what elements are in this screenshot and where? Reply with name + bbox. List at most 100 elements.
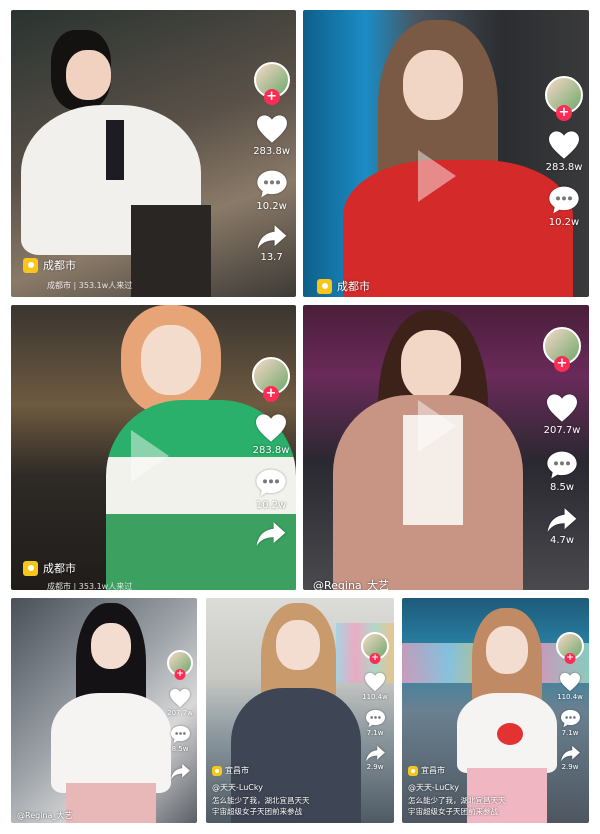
person-figure <box>497 723 523 745</box>
heart-icon[interactable] <box>254 413 288 443</box>
share-icon[interactable] <box>170 763 191 780</box>
comment-icon[interactable] <box>365 709 386 728</box>
person-figure <box>486 626 528 674</box>
heart-icon[interactable] <box>559 672 581 692</box>
action-rail: + 283.8w 10.2w 13.7 <box>253 10 290 297</box>
person-figure <box>66 50 111 100</box>
person-figure <box>51 693 171 793</box>
video-caption-line-2: 宇宙超级女子天团前来参战 <box>212 807 302 816</box>
share-count: 2.9w <box>366 763 384 771</box>
follow-plus-icon[interactable]: + <box>263 89 280 105</box>
follow-plus-icon[interactable]: + <box>369 653 381 664</box>
location-label: 成都市 <box>337 280 370 293</box>
comment-icon[interactable] <box>256 169 288 199</box>
share-count: 2.9w <box>561 763 579 771</box>
person-figure <box>106 120 124 180</box>
action-rail: + 283.8w 10.2w <box>545 10 583 297</box>
share-icon[interactable] <box>255 521 287 547</box>
creator-avatar[interactable]: + <box>167 650 193 680</box>
location-label: 宜昌市 <box>421 766 445 775</box>
video-tile-1[interactable]: + 283.8w 10.2w 13.7 成都市 成都市 | 353.1w人来过 <box>11 10 296 297</box>
location-tag[interactable]: 成都市 <box>23 257 76 273</box>
location-tag[interactable]: 成都市 <box>23 560 76 576</box>
follow-plus-icon[interactable]: + <box>174 669 186 680</box>
location-pin-icon <box>212 765 222 776</box>
creator-avatar[interactable]: + <box>545 76 583 121</box>
like-count: 283.8w <box>545 162 583 173</box>
location-pin-icon <box>23 560 38 576</box>
comment-count: 8.5w <box>549 482 575 493</box>
comment-icon[interactable] <box>560 709 581 728</box>
video-caption-line-1: 怎么能少了我，湖北宜昌天天 <box>212 796 310 805</box>
video-caption-line-1: 怎么能少了我，湖北宜昌天天 <box>408 796 506 805</box>
share-icon[interactable] <box>546 507 578 533</box>
username[interactable]: @Regina_大艺 <box>313 577 389 590</box>
follow-plus-icon[interactable]: + <box>554 356 570 372</box>
person-figure <box>66 783 156 823</box>
share-count: 4.7w <box>549 535 575 546</box>
action-rail: + 283.8w 10.2w <box>252 305 290 590</box>
creator-avatar[interactable]: + <box>253 62 290 105</box>
location-tag[interactable]: 宜昌市 <box>212 765 249 776</box>
heart-icon[interactable] <box>547 130 581 160</box>
comment-count: 10.2w <box>256 201 287 212</box>
comment-count: 10.2w <box>255 500 287 511</box>
person-figure <box>403 50 463 120</box>
action-rail: + 207.7w 8.5w <box>167 598 193 823</box>
video-tile-5[interactable]: + 207.7w 8.5w @Regina_大艺 <box>11 598 197 823</box>
location-label: 成都市 <box>43 259 76 272</box>
person-figure <box>401 330 461 400</box>
comment-icon[interactable] <box>546 450 578 480</box>
share-icon[interactable] <box>365 745 386 762</box>
video-tile-6[interactable]: + 110.4w 7.1w 2.9w 宜昌市 @天天-LuCky 怎么能少了我，… <box>206 598 394 823</box>
follow-plus-icon[interactable]: + <box>263 386 279 402</box>
creator-avatar[interactable]: + <box>556 632 584 664</box>
comment-count: 7.1w <box>366 729 384 737</box>
share-icon[interactable] <box>560 745 581 762</box>
location-tag[interactable]: 宜昌市 <box>408 765 445 776</box>
action-rail: + 110.4w 7.1w 2.9w <box>556 598 584 823</box>
location-tag[interactable]: 成都市 <box>317 278 370 294</box>
location-pin-icon <box>23 257 38 273</box>
play-overlay <box>418 400 456 452</box>
heart-icon[interactable] <box>255 114 289 144</box>
like-count: 207.7w <box>167 709 193 717</box>
comment-icon[interactable] <box>170 725 191 744</box>
creator-avatar[interactable]: + <box>361 632 389 664</box>
comment-count: 10.2w <box>548 217 580 228</box>
video-tile-4[interactable]: + 207.7w 8.5w 4.7w @Regina_大艺 <box>303 305 589 590</box>
like-count: 207.7w <box>543 425 581 436</box>
location-subtitle: 成都市 | 353.1w人来过 <box>47 281 133 290</box>
like-count: 283.8w <box>253 146 290 157</box>
follow-plus-icon[interactable]: + <box>556 105 572 121</box>
heart-icon[interactable] <box>364 672 386 692</box>
heart-icon[interactable] <box>545 393 579 423</box>
location-subtitle: 成都市 | 353.1w人来过 <box>47 582 133 590</box>
location-label: 宜昌市 <box>225 766 249 775</box>
location-pin-icon <box>408 765 418 776</box>
comment-icon[interactable] <box>548 185 580 215</box>
like-count: 110.4w <box>557 693 583 701</box>
play-overlay <box>418 150 456 202</box>
heart-icon[interactable] <box>169 688 191 708</box>
like-count: 283.8w <box>252 445 290 456</box>
location-pin-icon <box>317 278 332 294</box>
comment-icon[interactable] <box>255 468 287 498</box>
play-overlay <box>131 430 169 482</box>
creator-avatar[interactable]: + <box>543 327 581 372</box>
username[interactable]: @Regina_大艺 <box>17 810 72 821</box>
like-count: 110.4w <box>362 693 388 701</box>
action-rail: + 207.7w 8.5w 4.7w <box>543 305 581 590</box>
video-tile-3[interactable]: + 283.8w 10.2w 成都市 成都市 | 353.1w人来过 <box>11 305 296 590</box>
person-figure <box>141 325 201 395</box>
follow-plus-icon[interactable]: + <box>564 653 576 664</box>
share-icon[interactable] <box>256 224 288 250</box>
creator-avatar[interactable]: + <box>252 357 290 402</box>
video-tile-2[interactable]: + 283.8w 10.2w 成都市 <box>303 10 589 297</box>
location-label: 成都市 <box>43 562 76 575</box>
person-figure <box>343 160 573 297</box>
username[interactable]: @天天-LuCky <box>212 782 263 793</box>
username[interactable]: @天天-LuCky <box>408 782 459 793</box>
video-tile-7[interactable]: + 110.4w 7.1w 2.9w 宜昌市 @天天-LuCky 怎么能少了我，… <box>402 598 589 823</box>
share-count: 13.7 <box>260 252 283 263</box>
